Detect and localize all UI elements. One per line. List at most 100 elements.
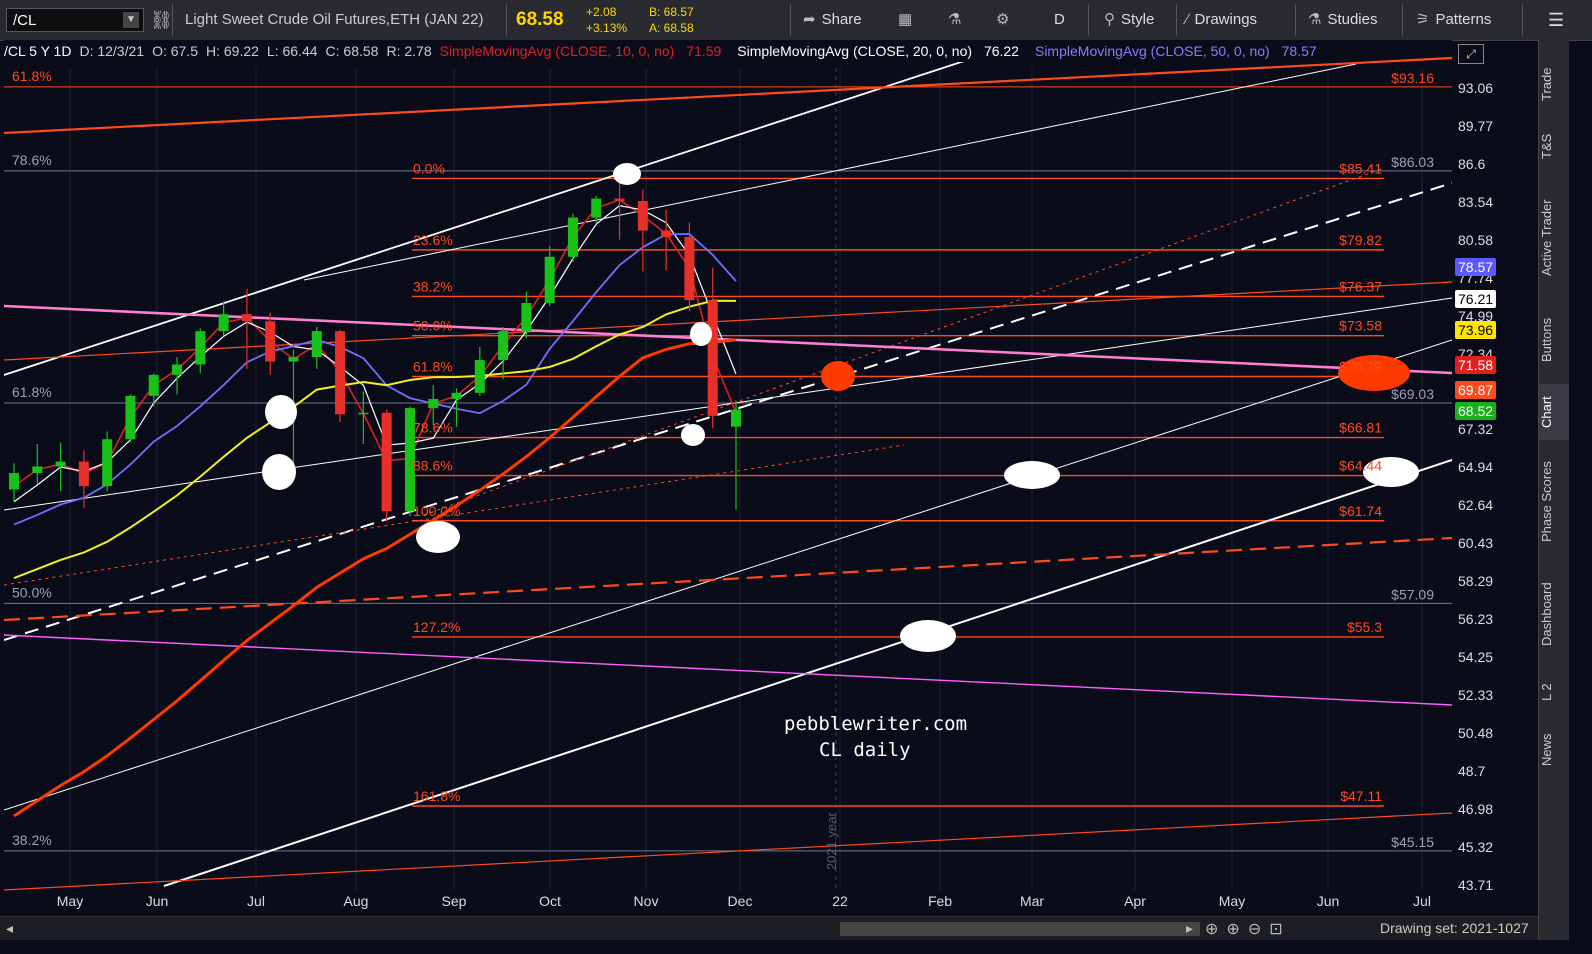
sidebar-tab-active-trader[interactable]: Active Trader [1539, 178, 1569, 298]
candle-body [55, 461, 66, 467]
x-tick-label: Jul [247, 893, 265, 909]
sidebar-tab-trade[interactable]: Trade [1539, 54, 1569, 114]
zoom-in-icon[interactable]: ⊕ [1226, 921, 1247, 938]
drawing-set[interactable]: Drawing set: 2021-1027 [1380, 920, 1529, 936]
aggregation-button[interactable]: D [1054, 0, 1065, 40]
fib-percent-label: 161.8% [413, 788, 460, 804]
bottom-spacer [0, 940, 1592, 954]
price-badge: 68.52 [1455, 401, 1497, 420]
price-badge: 71.58 [1455, 355, 1497, 374]
y-tick-label: 48.7 [1458, 762, 1486, 779]
divider [1402, 4, 1403, 36]
candle-body [567, 217, 578, 257]
price-badge: 73.96 [1455, 321, 1497, 340]
sidebar-tab-phase-scores[interactable]: Phase Scores [1539, 445, 1569, 559]
settings-button[interactable]: ⚙ [996, 0, 1015, 40]
y-axis: 93.06 89.77 86.6 83.54 80.58 77.74 74.99 72.34 6… [1452, 40, 1538, 916]
fib-price-label: $66.81 [1339, 420, 1382, 436]
legend-sma10[interactable]: SimpleMovingAvg (CLOSE, 10, 0, no) 71.59 [440, 43, 730, 59]
y-tick-label: 50.48 [1458, 725, 1494, 742]
long-fib-price: $57.09 [1391, 586, 1434, 602]
fib-percent-label: 38.2% [413, 278, 453, 294]
sidebar-tab-t-s[interactable]: T&S [1539, 120, 1569, 172]
legend-sma50[interactable]: SimpleMovingAvg (CLOSE, 50, 0, no) 78.57 [1035, 43, 1325, 59]
pencil-icon: ∕ [1186, 11, 1189, 28]
candle-body [451, 392, 462, 399]
candle-body [358, 412, 369, 415]
x-tick-label: Aug [344, 893, 369, 909]
studies-button[interactable]: ⚗ Studies [1308, 0, 1378, 40]
sidebar-tab-chart[interactable]: Chart [1539, 384, 1569, 440]
y-tick-label: 43.71 [1458, 877, 1494, 893]
x-tick-label: May [57, 893, 83, 909]
sidebar-tab-news[interactable]: News [1539, 720, 1569, 780]
legend-sma20[interactable]: SimpleMovingAvg (CLOSE, 20, 0, no) 76.22 [737, 43, 1027, 59]
fib-percent-label: 88.6% [413, 458, 453, 474]
price-badge: 76.21 [1455, 289, 1497, 308]
legend-range: R: 2.78 [386, 43, 432, 59]
long-fib-percent: 61.8% [12, 68, 52, 84]
bid-price: B: 68.57 [649, 5, 694, 19]
pan-icon[interactable]: ⊕ [1205, 921, 1226, 938]
divider [1295, 4, 1296, 36]
link-icon[interactable]: ⛓ [150, 0, 173, 40]
fib-price-label: $55.3 [1347, 619, 1382, 635]
scroll-left-icon[interactable]: ◂ [6, 920, 13, 937]
sidebar-tab-dashboard[interactable]: Dashboard [1539, 564, 1569, 664]
style-button[interactable]: ⚲ Style [1104, 0, 1154, 40]
price-chart[interactable]: 0.0% $85.41 23.6% $79.82 38.2% $76.37 50.0% $73… [4, 40, 1452, 916]
candle-body [544, 256, 555, 303]
studies-flask-button[interactable]: ⚗ [948, 0, 967, 40]
candle-body [125, 395, 136, 440]
sma10-label: SimpleMovingAvg (CLOSE, 10, 0, no) [439, 43, 675, 59]
patterns-button[interactable]: ⚞ Patterns [1416, 0, 1491, 40]
x-tick-label: Nov [634, 893, 659, 909]
year-marker: 2021 year [824, 812, 839, 870]
right-sidebar: Trade T&S Active Trader Buttons Chart Phase S… [1538, 40, 1569, 940]
legend-close: C: 68.58 [325, 43, 379, 59]
y-tick-label: 60.43 [1458, 535, 1494, 552]
watermark-line1: pebblewriter.com [784, 713, 967, 735]
long-fib-price: $93.16 [1391, 70, 1434, 86]
grid-settings-button[interactable]: ▦ [898, 0, 918, 40]
fit-icon[interactable]: ⊡ [1269, 921, 1290, 938]
zoom-out-icon[interactable]: ⊖ [1248, 921, 1269, 938]
long-fib-percent: 38.2% [12, 832, 52, 848]
long-fib-percent: 50.0% [12, 584, 52, 600]
layout-icon: ▦ [898, 11, 913, 28]
chart-legend: /CL 5 Y 1D D: 12/3/21 O: 67.5 H: 69.22 L: 66… [4, 40, 1333, 62]
fib-percent-label: 61.8% [413, 358, 453, 374]
share-button[interactable]: ➦ Share [803, 0, 862, 40]
drawings-button[interactable]: ∕ Drawings [1186, 0, 1257, 40]
y-tick-label: 80.58 [1458, 231, 1494, 248]
chevron-down-icon[interactable]: ▼ [123, 12, 139, 28]
share-label: Share [821, 11, 862, 28]
candle-body [661, 230, 672, 237]
divider [1522, 4, 1523, 36]
sma20-label: SimpleMovingAvg (CLOSE, 20, 0, no) [737, 43, 973, 59]
last-price: 68.58 [516, 9, 564, 30]
fib-price-label: $47.11 [1340, 788, 1382, 804]
scroll-right-icon[interactable]: ▸ [1186, 920, 1193, 937]
candle-body [521, 302, 532, 332]
y-tick-label: 83.54 [1458, 193, 1494, 210]
divider [790, 4, 791, 36]
marker-ellipse [613, 163, 641, 185]
fib-percent-label: 50.0% [413, 318, 453, 334]
menu-icon[interactable]: ☰ [1548, 0, 1564, 40]
divider [1088, 4, 1089, 36]
divider [1176, 4, 1177, 36]
symbol-input[interactable]: /CL ▼ [6, 8, 144, 32]
x-axis: May Jun Jul Aug Sep Oct Nov Dec 22 Feb Mar Apr May Ju… [57, 893, 1431, 909]
candle-body [335, 331, 346, 415]
candle-body [265, 321, 276, 362]
candle-body [218, 314, 229, 332]
candle-body [311, 331, 322, 358]
sidebar-tab-l-2[interactable]: L 2 [1539, 670, 1569, 714]
fib-price-label: $73.58 [1339, 318, 1382, 334]
horizontal-scrollbar[interactable] [840, 922, 1200, 936]
long-fib-price: $45.15 [1391, 834, 1434, 850]
studies-label: Studies [1327, 11, 1378, 28]
sidebar-tab-buttons[interactable]: Buttons [1539, 302, 1569, 378]
candle-body [707, 300, 718, 416]
